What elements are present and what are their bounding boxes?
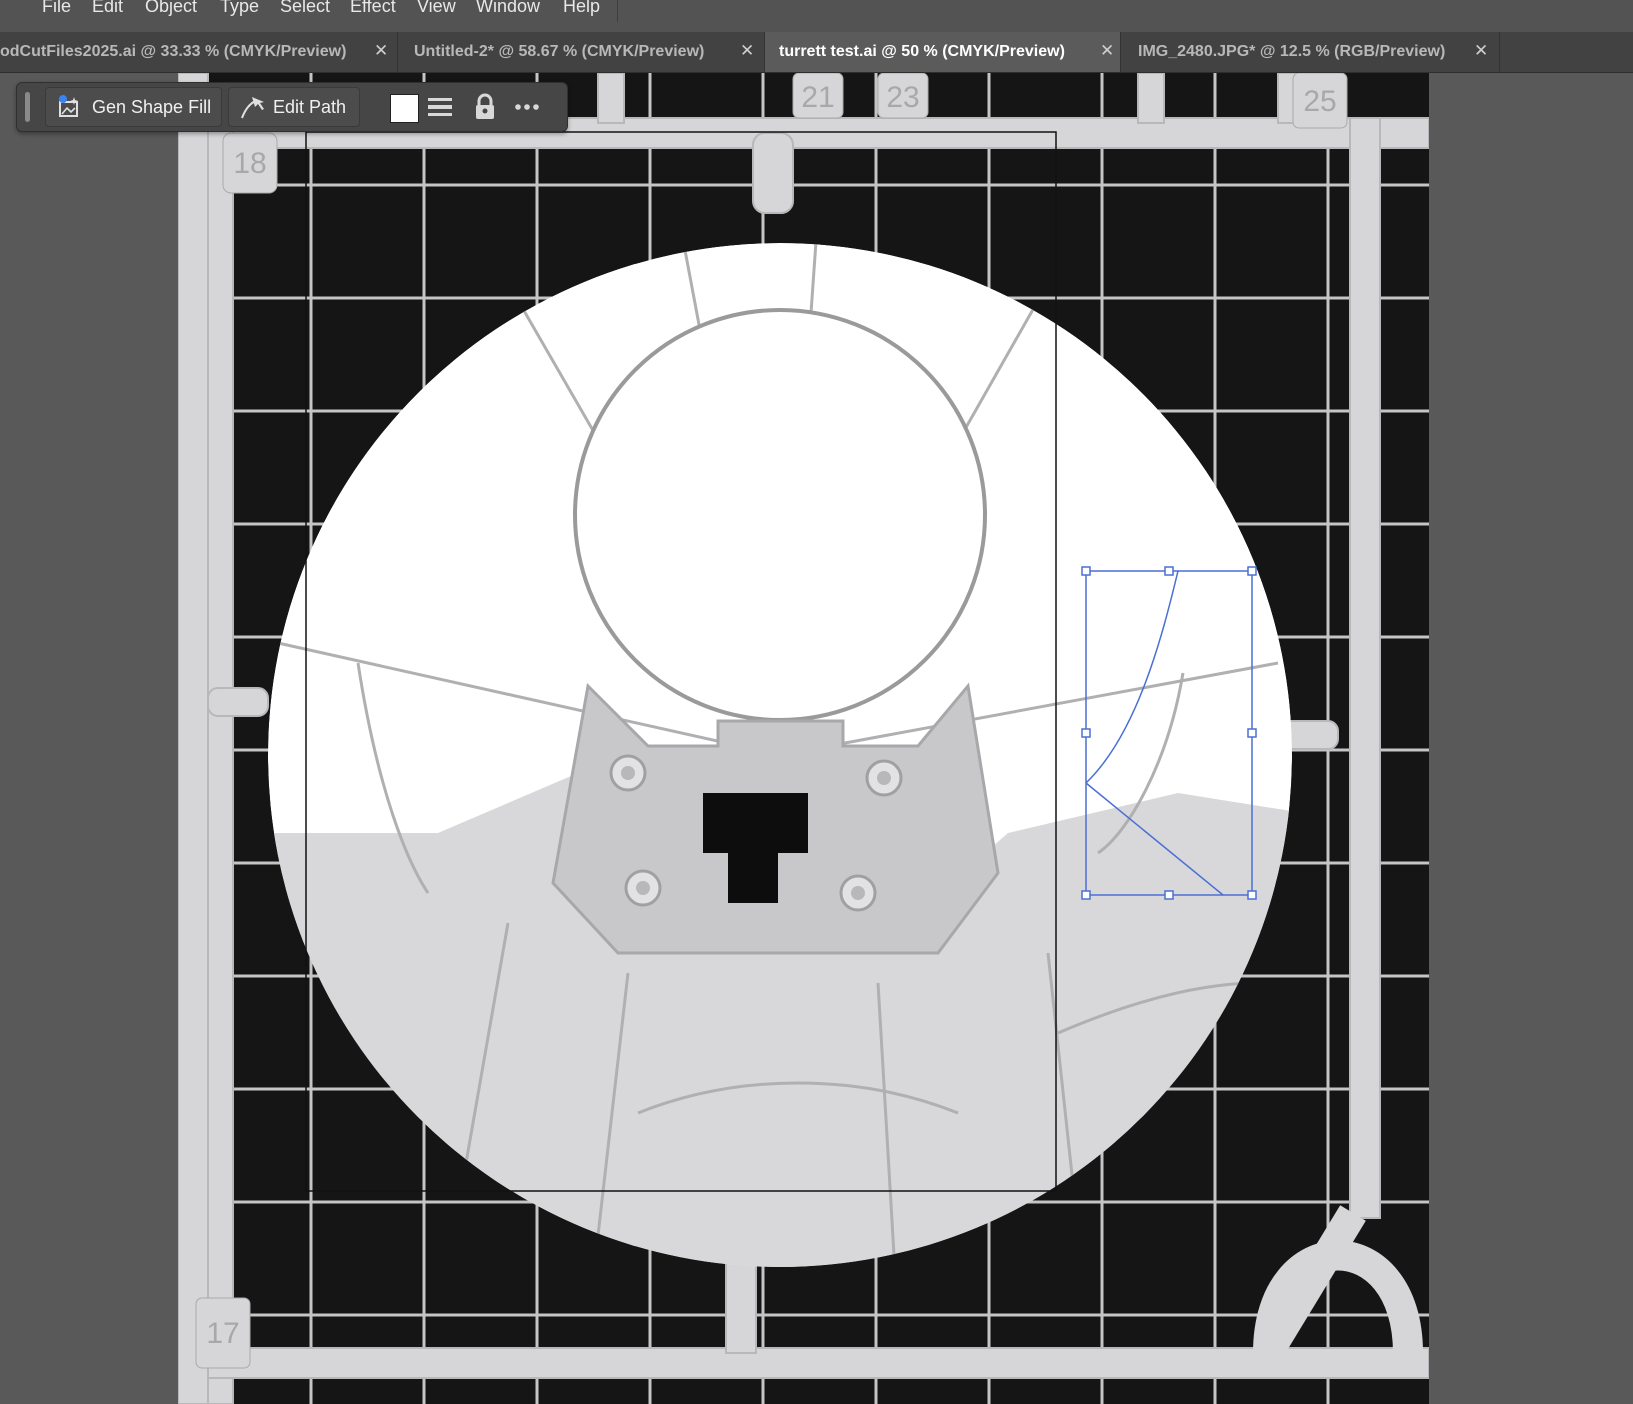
menu-file[interactable]: File [42, 0, 71, 17]
tab-img-2480[interactable]: IMG_2480.JPG* @ 12.5 % (RGB/Preview) ✕ [1121, 32, 1500, 72]
more-options-icon[interactable] [514, 93, 540, 121]
tab-label: odCutFiles2025.ai @ 33.33 % (CMYK/Previe… [0, 43, 347, 60]
placed-photo[interactable]: 18 21 23 25 17 [178, 73, 1429, 1404]
menu-effect[interactable]: Effect [350, 0, 396, 17]
tab-label: IMG_2480.JPG* @ 12.5 % (RGB/Preview) [1138, 43, 1446, 60]
tab-untitled-2[interactable]: Untitled-2* @ 58.67 % (CMYK/Preview) ✕ [398, 32, 765, 72]
edit-path-button[interactable]: Edit Path [228, 87, 360, 127]
tab-turrett-test[interactable]: turrett test.ai @ 50 % (CMYK/Preview) ✕ [765, 32, 1121, 72]
menu-bar: File Edit Object Type Select Effect View… [0, 0, 1633, 33]
canvas[interactable]: 18 21 23 25 17 [0, 73, 1633, 1404]
edit-path-icon [241, 97, 264, 119]
tab-label: turrett test.ai @ 50 % (CMYK/Preview) [779, 43, 1065, 60]
close-icon[interactable]: ✕ [1474, 41, 1488, 61]
close-icon[interactable]: ✕ [740, 41, 754, 61]
part-number-label: 17 [206, 1317, 239, 1350]
document-tab-bar: odCutFiles2025.ai @ 33.33 % (CMYK/Previe… [0, 32, 1633, 73]
menu-window[interactable]: Window [476, 0, 540, 17]
fill-color-swatch[interactable] [390, 94, 419, 123]
menu-view[interactable]: View [417, 0, 456, 17]
contextual-task-bar: Gen Shape Fill Edit Path [16, 82, 568, 132]
tab-label: Untitled-2* @ 58.67 % (CMYK/Preview) [414, 43, 705, 60]
drag-handle[interactable] [25, 92, 30, 122]
stroke-weight-icon[interactable] [427, 93, 453, 121]
menu-object[interactable]: Object [145, 0, 197, 17]
gen-shape-fill-icon [59, 95, 78, 117]
tab-odcutfiles2025[interactable]: odCutFiles2025.ai @ 33.33 % (CMYK/Previe… [0, 32, 398, 72]
menu-edit[interactable]: Edit [92, 0, 123, 17]
menu-help[interactable]: Help [563, 0, 600, 17]
part-number-label: 18 [233, 147, 266, 180]
edit-path-label: Edit Path [273, 97, 347, 117]
menu-type[interactable]: Type [220, 0, 259, 17]
gen-shape-fill-label: Gen Shape Fill [92, 97, 212, 117]
gen-shape-fill-button[interactable]: Gen Shape Fill [45, 87, 222, 127]
menu-separator [617, 0, 618, 22]
lock-icon[interactable] [472, 93, 498, 121]
part-number-label: 25 [1303, 85, 1336, 118]
menu-select[interactable]: Select [280, 0, 330, 17]
part-number-label: 23 [886, 81, 919, 114]
part-number-label: 21 [801, 81, 834, 114]
close-icon[interactable]: ✕ [1100, 41, 1114, 61]
close-icon[interactable]: ✕ [374, 41, 388, 61]
